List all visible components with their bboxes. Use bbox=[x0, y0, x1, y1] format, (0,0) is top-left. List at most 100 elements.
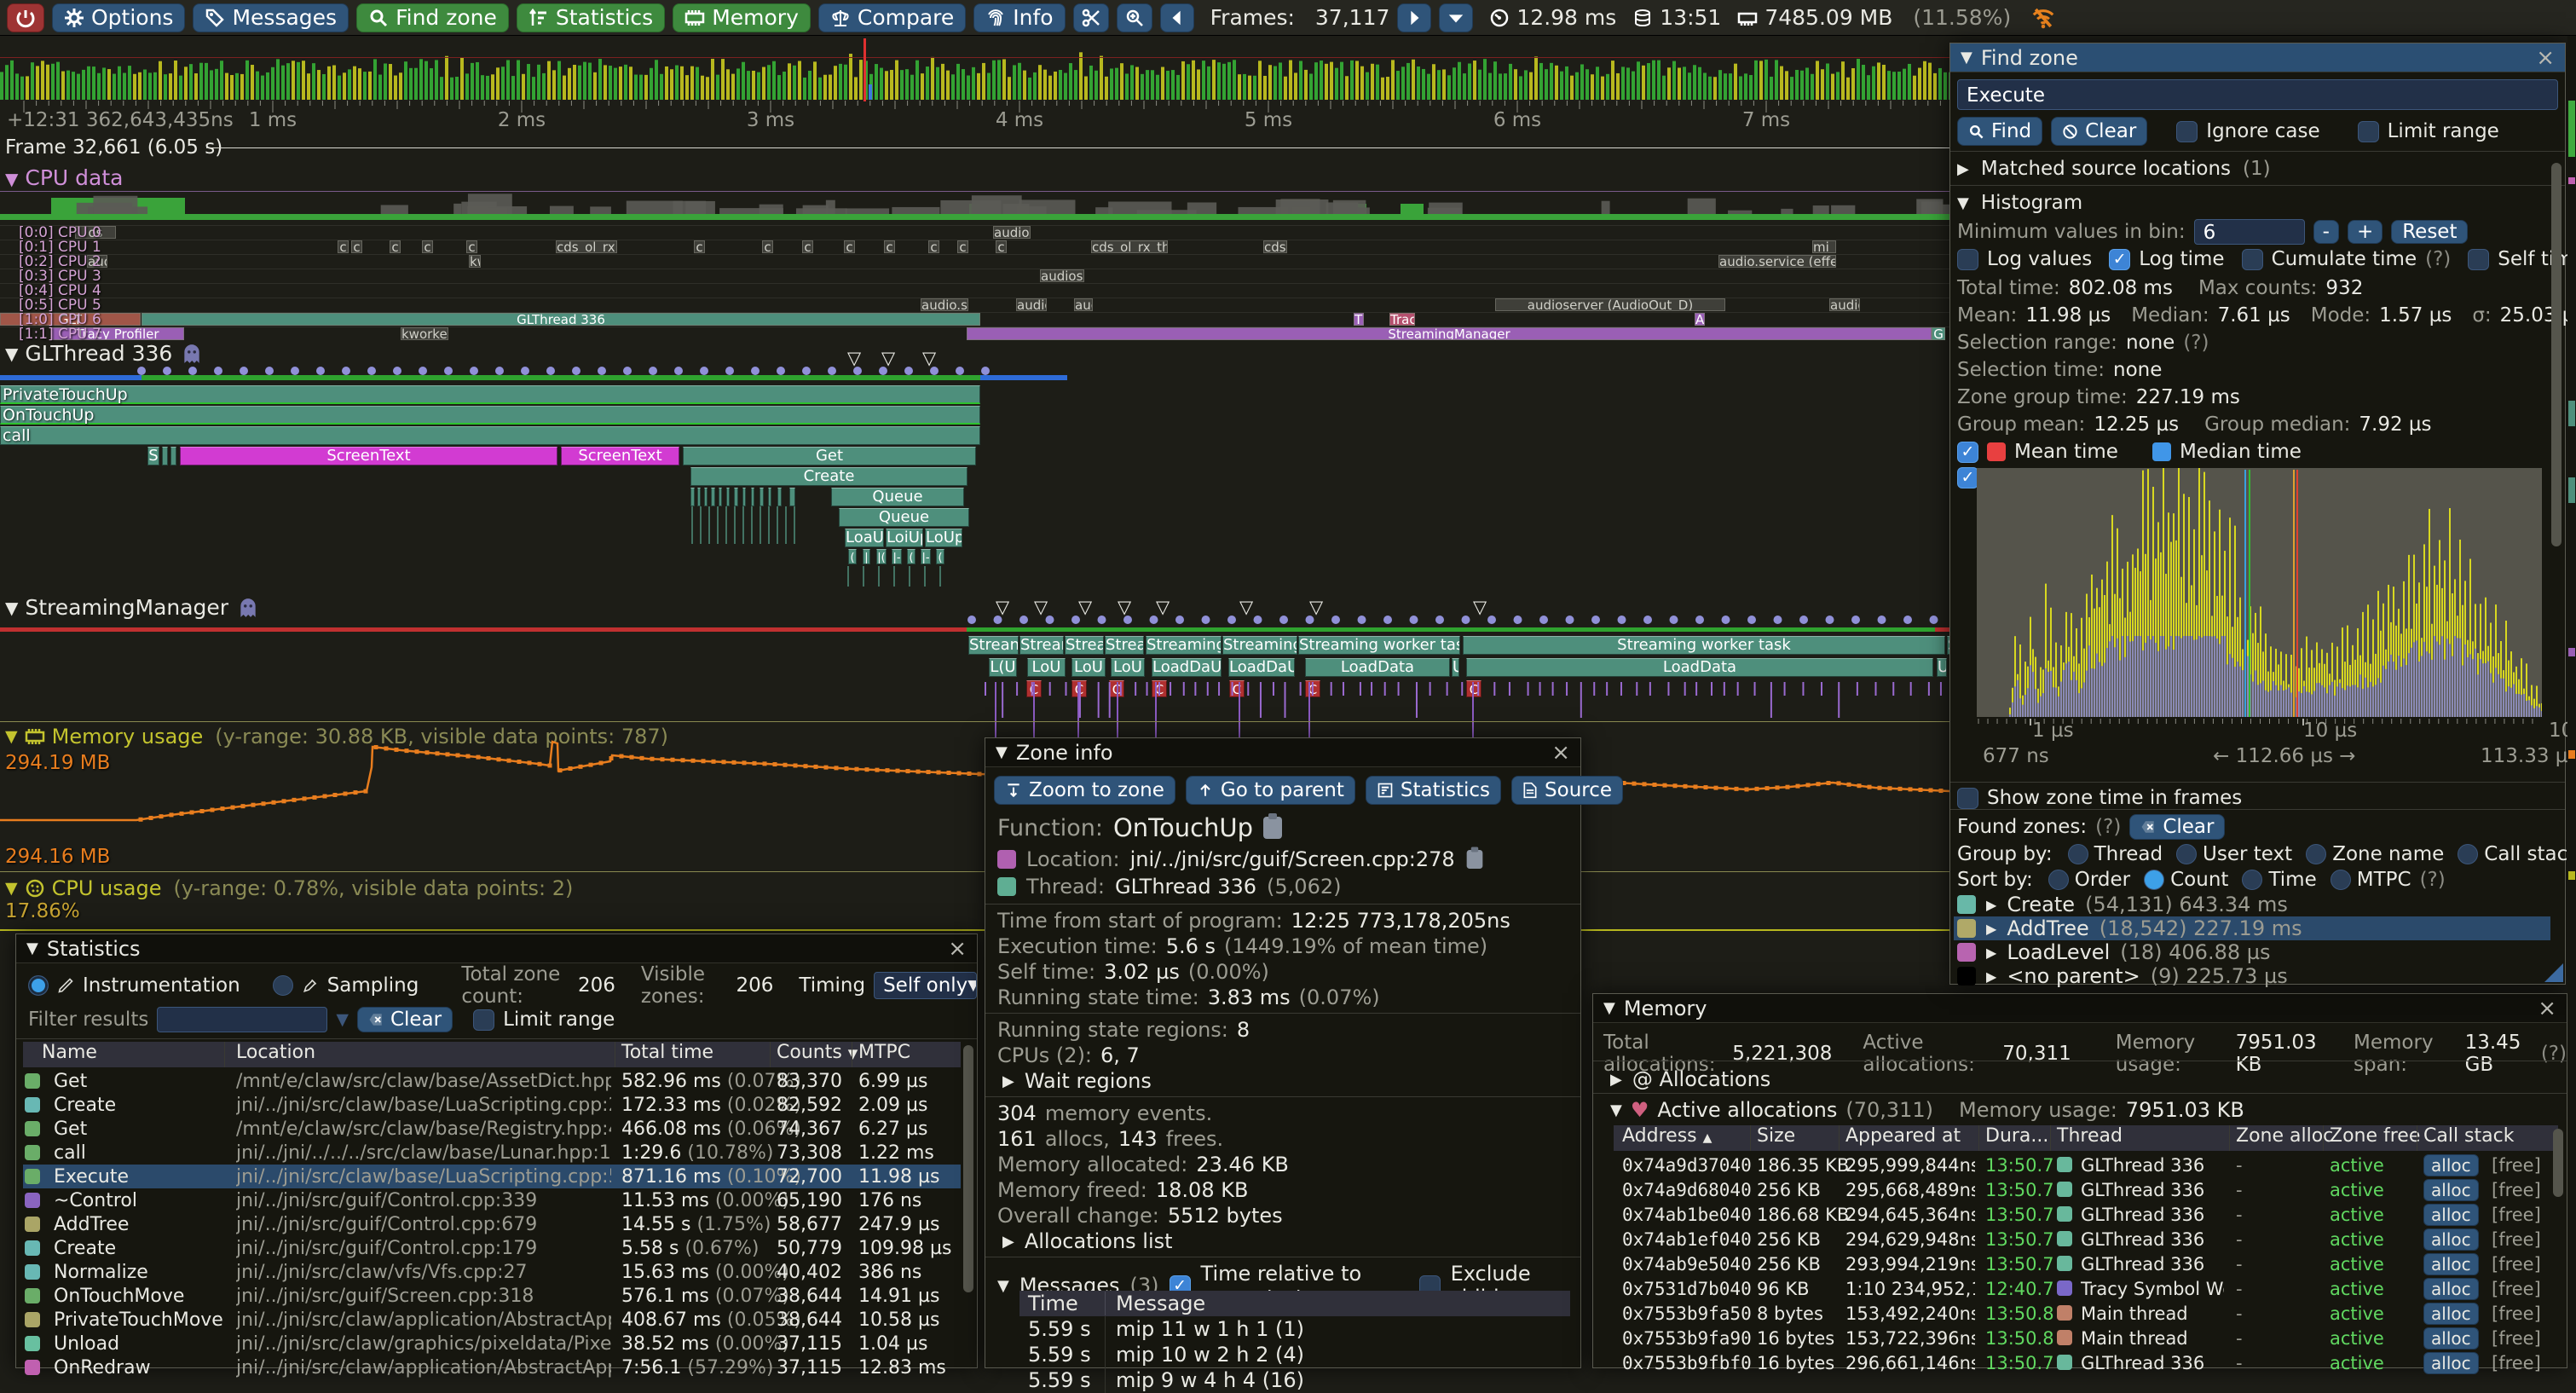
statistics-scrollbar[interactable] bbox=[963, 1045, 973, 1292]
active-allocations-expander[interactable]: ▼ ♥ Active allocations (70,311) Memory u… bbox=[1610, 1098, 2244, 1122]
zone-bar[interactable]: Streaming bbox=[1146, 636, 1222, 655]
table-row[interactable]: 0x74ab9e5040 256 KB 293,994,219ns 13:50.… bbox=[1614, 1251, 2558, 1276]
cpu-segment[interactable]: c bbox=[802, 240, 813, 253]
table-row[interactable]: 0x74ab1ef040 256 KB 294,629,948ns 13:50.… bbox=[1614, 1227, 2558, 1251]
cpu-segment[interactable]: audioserver (AudioOut_D) bbox=[1495, 298, 1725, 311]
zone-group-row[interactable]: ▶ AddTree (18,542) 227.19 ms bbox=[1954, 916, 2550, 940]
zone-info-titlebar[interactable]: ▼Zone info × bbox=[985, 738, 1580, 767]
zone-bar[interactable]: LoadData bbox=[1305, 658, 1450, 677]
zone-bar[interactable]: LoadData bbox=[1466, 658, 1933, 677]
copy-icon[interactable] bbox=[1466, 850, 1482, 869]
mean-lines-checkbox[interactable]: ✓ bbox=[1957, 442, 1978, 463]
histogram-expander[interactable]: ▼Histogram bbox=[1957, 192, 2553, 214]
cpu-segment[interactable]: c bbox=[390, 240, 401, 253]
memory-titlebar[interactable]: ▼Memory × bbox=[1593, 994, 2567, 1023]
radio-option[interactable]: Zone name bbox=[2306, 843, 2444, 865]
memory-usage-plot[interactable] bbox=[0, 718, 1949, 871]
alloc-button[interactable]: alloc bbox=[2423, 1228, 2479, 1251]
next-frame-button[interactable] bbox=[1397, 3, 1431, 32]
copy-icon[interactable] bbox=[1263, 817, 1282, 839]
zone-bar[interactable]: Streaming worker task bbox=[1463, 636, 1945, 655]
zoom-to-zone-button[interactable]: Zoom to zone bbox=[994, 776, 1175, 805]
cpu-segment[interactable]: StreamingManager bbox=[967, 327, 1932, 340]
cpu-core-row[interactable]: [0:2] CPU 2 audkwaudio.service (effect) bbox=[0, 254, 1949, 267]
zone-bar[interactable]: U bbox=[1452, 658, 1459, 677]
table-row[interactable]: OnTouchMove jni/../jni/src/guif/Screen.c… bbox=[23, 1284, 961, 1308]
table-row[interactable]: 0x74a9d68040 256 KB 295,668,489ns 13:50.… bbox=[1614, 1177, 2558, 1202]
info-button[interactable]: Info bbox=[973, 3, 1065, 32]
messages-button[interactable]: Messages bbox=[193, 3, 349, 32]
table-row[interactable]: 0x7531d7b040 96 KB 1:10 234,952,161 12:4… bbox=[1614, 1276, 2558, 1301]
close-icon[interactable]: × bbox=[2538, 996, 2556, 1021]
zone-bar[interactable]: Strear bbox=[1019, 636, 1064, 655]
zone-bar[interactable]: LoadDaU bbox=[1152, 658, 1222, 677]
allocations-list-expander[interactable]: ▶Allocations list bbox=[1002, 1229, 1173, 1253]
alloc-button[interactable]: alloc bbox=[2423, 1327, 2479, 1350]
cpu-segment[interactable]: c bbox=[694, 240, 705, 253]
table-row[interactable]: 5.59 s mip 10 w 2 h 2 (4) bbox=[1019, 1342, 1570, 1367]
close-icon[interactable]: × bbox=[2536, 45, 2555, 71]
find-zone-button[interactable]: Find zone bbox=[356, 3, 509, 32]
cpu-segment[interactable]: c bbox=[351, 240, 362, 253]
go-to-parent-button[interactable]: Go to parent bbox=[1186, 776, 1355, 805]
wait-regions-expander[interactable]: ▶Wait regions bbox=[1002, 1069, 1152, 1093]
power-button[interactable] bbox=[7, 3, 44, 32]
zone-bar[interactable]: Strea bbox=[1105, 636, 1144, 655]
cpu-segment[interactable]: auc bbox=[1074, 298, 1093, 311]
cpu-core-row[interactable]: [0:4] CPU 4 bbox=[0, 283, 1949, 296]
radio-option[interactable]: MTPC bbox=[2331, 869, 2411, 891]
col-mtpc[interactable]: MTPC bbox=[858, 1042, 910, 1063]
zone-bar[interactable]: L(U bbox=[989, 658, 1017, 677]
funnel-icon[interactable]: ▼ bbox=[336, 1010, 349, 1029]
col-duration[interactable]: Dura... bbox=[1985, 1125, 2048, 1147]
zone-bar[interactable]: U bbox=[1937, 658, 1947, 677]
glthread-header[interactable]: ▼GLThread 336 bbox=[5, 341, 201, 366]
matched-sources-expander[interactable]: ▶Matched source locations(1) bbox=[1957, 158, 2553, 180]
self-time-checkbox[interactable] bbox=[2468, 249, 2489, 270]
min-bin-input[interactable]: 6 bbox=[2194, 219, 2305, 245]
zone-bar[interactable]: S bbox=[147, 447, 159, 465]
col-zone-alloc[interactable]: Zone alloc bbox=[2236, 1125, 2333, 1147]
zone-bar[interactable]: call bbox=[0, 426, 980, 445]
timing-dropdown[interactable]: Self only▼ bbox=[874, 972, 977, 999]
cpu-segment[interactable]: c bbox=[884, 240, 895, 253]
table-row[interactable]: 5.59 s mip 9 w 4 h 4 (16) bbox=[1019, 1367, 1570, 1393]
radio-option[interactable]: User text bbox=[2176, 843, 2292, 865]
cpu-segment[interactable]: c bbox=[957, 240, 968, 253]
log-values-checkbox[interactable] bbox=[1957, 249, 1978, 270]
cpu-segment[interactable]: mi_t bbox=[1812, 240, 1836, 253]
col-counts[interactable]: Counts ▼ bbox=[777, 1042, 858, 1063]
cumulate-checkbox[interactable] bbox=[2242, 249, 2263, 270]
zone-bar[interactable]: Create bbox=[690, 467, 967, 486]
table-row[interactable]: 0x7553b9fa50 8 bytes 153,492,240ns 13:50… bbox=[1614, 1301, 2558, 1326]
table-row[interactable]: call jni/../jni/../../../src/claw/base/L… bbox=[23, 1141, 961, 1165]
table-row[interactable]: Execute jni/../jni/src/claw/base/LuaScri… bbox=[23, 1165, 961, 1188]
resize-grip[interactable] bbox=[2544, 963, 2563, 982]
zone-bar[interactable]: Streaming bbox=[1222, 636, 1297, 655]
table-row[interactable]: Get /mnt/e/claw/src/claw/base/Registry.h… bbox=[23, 1117, 961, 1141]
zone-bar[interactable]: PrivateTouchUp bbox=[0, 385, 980, 404]
zone-group-row[interactable]: ▶ Create (54,131) 643.34 ms bbox=[1954, 893, 2550, 916]
cpu-core-row[interactable]: [0:0] CPU 0 osaudios bbox=[0, 225, 1949, 238]
radio-option[interactable]: Count bbox=[2144, 869, 2228, 891]
radio-option[interactable]: Order bbox=[2048, 869, 2130, 891]
frame-time-graph[interactable] bbox=[0, 36, 1949, 102]
radio-option[interactable]: Time bbox=[2242, 869, 2316, 891]
instrumentation-radio[interactable] bbox=[28, 975, 49, 996]
col-appeared[interactable]: Appeared at bbox=[1845, 1125, 1961, 1147]
cpu-data-header[interactable]: ▼CPU data bbox=[5, 165, 123, 190]
zone-bar[interactable]: Strean bbox=[968, 636, 1019, 655]
cpu-segment[interactable]: kworker/ bbox=[401, 327, 448, 340]
source-button[interactable]: Source bbox=[1511, 776, 1623, 805]
cpu-segment[interactable]: cds_ol_rx_thr bbox=[556, 240, 617, 253]
show-zone-time-checkbox[interactable] bbox=[1957, 788, 1978, 809]
memory-scrollbar[interactable] bbox=[2553, 1129, 2563, 1197]
cpu-segment[interactable]: audio. bbox=[1016, 298, 1047, 311]
alloc-button[interactable]: alloc bbox=[2423, 1204, 2479, 1226]
cpu-segment[interactable]: cds_ bbox=[1263, 240, 1287, 253]
find-zone-query-input[interactable]: Execute bbox=[1957, 79, 2558, 110]
find-zone-titlebar[interactable]: ▼Find zone × bbox=[1950, 43, 2565, 72]
table-row[interactable]: Normalize jni/../jni/src/claw/vfs/Vfs.cp… bbox=[23, 1260, 961, 1284]
options-button[interactable]: Options bbox=[52, 3, 185, 32]
cpu-segment[interactable]: Trac bbox=[1389, 313, 1415, 326]
